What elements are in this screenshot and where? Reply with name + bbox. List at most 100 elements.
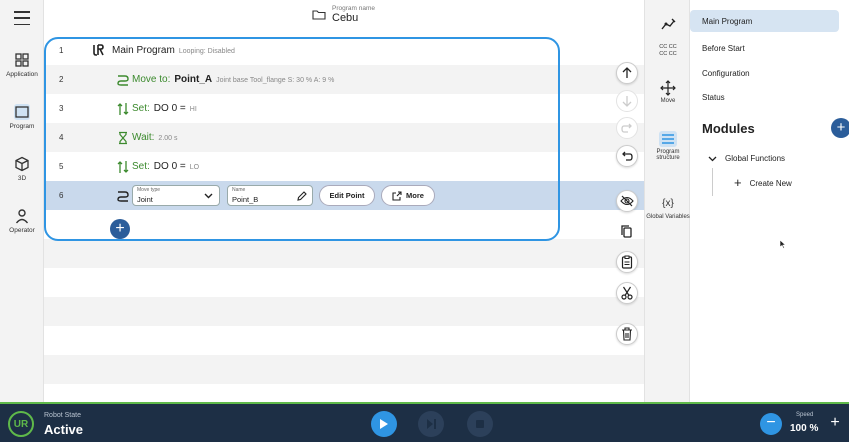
row-target: Point_A bbox=[174, 74, 213, 85]
move-type-select[interactable]: Move type Joint bbox=[132, 185, 220, 206]
create-new-button[interactable]: + Create New bbox=[734, 176, 792, 189]
trash-icon bbox=[622, 327, 632, 341]
add-node-button[interactable]: + bbox=[110, 219, 130, 239]
point-name-field[interactable]: Name Point_B bbox=[227, 185, 313, 206]
ur-logo-icon bbox=[93, 44, 104, 56]
chevron-down-icon bbox=[708, 156, 717, 161]
global-functions-group[interactable]: Global Functions bbox=[708, 154, 785, 163]
nav-operator-label: Operator bbox=[9, 227, 35, 234]
program-row-set-lo[interactable]: 5 Set: DO 0 = LO bbox=[44, 152, 644, 181]
tool-program-structure-label: Program structure bbox=[656, 149, 680, 161]
move-path-icon bbox=[117, 191, 129, 202]
tree-line bbox=[712, 168, 713, 196]
structure-item-status[interactable]: Status bbox=[702, 93, 725, 102]
move-type-label: Move type bbox=[137, 187, 161, 193]
program-row-move[interactable]: 2 Move to: Point_A Joint base Tool_flang… bbox=[44, 65, 644, 94]
move-icon bbox=[660, 80, 676, 96]
folder-icon bbox=[312, 10, 326, 20]
move-type-value: Joint bbox=[137, 195, 153, 204]
speed-decrease-button[interactable]: − bbox=[760, 413, 782, 435]
speed-label: Speed bbox=[796, 412, 814, 418]
scissors-icon bbox=[621, 286, 633, 300]
program-name-area[interactable]: Program name Cebu bbox=[312, 5, 375, 24]
create-new-label: Create New bbox=[749, 178, 792, 188]
nav-program-label: Program bbox=[9, 123, 35, 130]
variables-icon: {x} bbox=[662, 198, 674, 209]
edit-point-button[interactable]: Edit Point bbox=[319, 185, 375, 206]
row-number: 6 bbox=[59, 191, 64, 200]
suppress-button[interactable] bbox=[616, 190, 638, 212]
structure-item-main-program[interactable]: Main Program bbox=[702, 17, 752, 26]
copy-button[interactable] bbox=[616, 221, 638, 243]
robot-state-value: Active bbox=[44, 422, 84, 437]
nav-operator[interactable]: Operator bbox=[0, 208, 44, 234]
program-row-selected[interactable]: 6 Move type Joint Name Point_B Edit Poin… bbox=[44, 181, 644, 210]
step-button[interactable] bbox=[418, 411, 444, 437]
speed-increase-button[interactable]: + bbox=[826, 413, 844, 435]
undo-button[interactable] bbox=[616, 145, 638, 167]
empty-row bbox=[44, 326, 644, 355]
add-module-button[interactable]: + bbox=[831, 118, 849, 138]
paste-button[interactable] bbox=[616, 251, 638, 273]
tool-move-label: Move bbox=[660, 98, 676, 104]
move-down-button[interactable] bbox=[616, 90, 638, 112]
tool-global-variables[interactable]: {x} Global Variables bbox=[645, 196, 691, 220]
row-meta: Joint base Tool_flange S: 30 % A: 9 % bbox=[216, 77, 335, 84]
robot-arm-icon bbox=[661, 18, 676, 30]
row-title: Wait: bbox=[132, 132, 155, 143]
program-tree: 1 Main Program Looping: Disabled 2 Move … bbox=[44, 36, 644, 384]
tool-strip: CC CC CC CC Move Program structure {x} Gl… bbox=[644, 0, 690, 402]
tool-global-variables-label: Global Variables bbox=[646, 214, 690, 220]
global-functions-label: Global Functions bbox=[725, 154, 786, 163]
move-up-button[interactable] bbox=[616, 62, 638, 84]
row-meta: LO bbox=[189, 164, 200, 171]
program-structure-panel: Main Program Before Start Configuration … bbox=[690, 0, 849, 402]
play-icon bbox=[380, 419, 388, 429]
arrow-up-icon bbox=[622, 67, 632, 78]
nav-application-label: Application bbox=[6, 71, 38, 78]
program-row-main[interactable]: 1 Main Program Looping: Disabled bbox=[44, 36, 644, 65]
empty-row bbox=[44, 297, 644, 326]
program-row-set-hi[interactable]: 3 Set: DO 0 = HI bbox=[44, 94, 644, 123]
step-icon bbox=[427, 419, 436, 429]
robot-state-label: Robot State bbox=[44, 412, 81, 419]
point-name-value: Point_B bbox=[232, 195, 259, 204]
grid-icon bbox=[15, 53, 29, 67]
clipboard-icon bbox=[621, 255, 633, 269]
program-name-value: Cebu bbox=[332, 12, 359, 24]
more-button[interactable]: More bbox=[381, 185, 435, 206]
delete-button[interactable] bbox=[616, 323, 638, 345]
redo-button[interactable] bbox=[616, 117, 638, 139]
chevron-down-icon bbox=[204, 193, 213, 199]
structure-item-configuration[interactable]: Configuration bbox=[702, 69, 750, 78]
nav-3d[interactable]: 3D bbox=[0, 156, 44, 182]
row-number: 5 bbox=[59, 162, 64, 171]
left-navigation: Application Program 3D Operator bbox=[0, 0, 44, 402]
tool-robot[interactable] bbox=[645, 16, 691, 34]
nav-3d-label: 3D bbox=[17, 175, 27, 182]
empty-row bbox=[44, 210, 644, 239]
nav-application[interactable]: Application bbox=[0, 52, 44, 78]
tool-move[interactable]: Move bbox=[645, 80, 691, 104]
structure-item-before-start[interactable]: Before Start bbox=[702, 44, 745, 53]
tool-io[interactable]: CC CC CC CC bbox=[645, 44, 691, 58]
footer-bar: UR Robot State Active − Speed 100 % + bbox=[0, 402, 849, 442]
point-name-label: Name bbox=[232, 187, 246, 193]
menu-icon[interactable] bbox=[10, 8, 34, 28]
modules-heading: Modules bbox=[702, 121, 755, 136]
row-number: 3 bbox=[59, 104, 64, 113]
tool-program-structure[interactable]: Program structure bbox=[645, 131, 691, 161]
stop-icon bbox=[476, 420, 484, 428]
nav-program[interactable]: Program bbox=[0, 104, 44, 130]
empty-row bbox=[44, 239, 644, 268]
stop-button[interactable] bbox=[467, 411, 493, 437]
empty-row bbox=[44, 268, 644, 297]
row-target: DO 0 = bbox=[153, 161, 186, 172]
redo-icon bbox=[621, 123, 632, 133]
hourglass-icon bbox=[119, 131, 127, 145]
row-title: Set: bbox=[132, 103, 150, 114]
row-target: DO 0 = bbox=[153, 103, 186, 114]
play-button[interactable] bbox=[371, 411, 397, 437]
program-row-wait[interactable]: 4 Wait: 2.00 s bbox=[44, 123, 644, 152]
cut-button[interactable] bbox=[616, 282, 638, 304]
